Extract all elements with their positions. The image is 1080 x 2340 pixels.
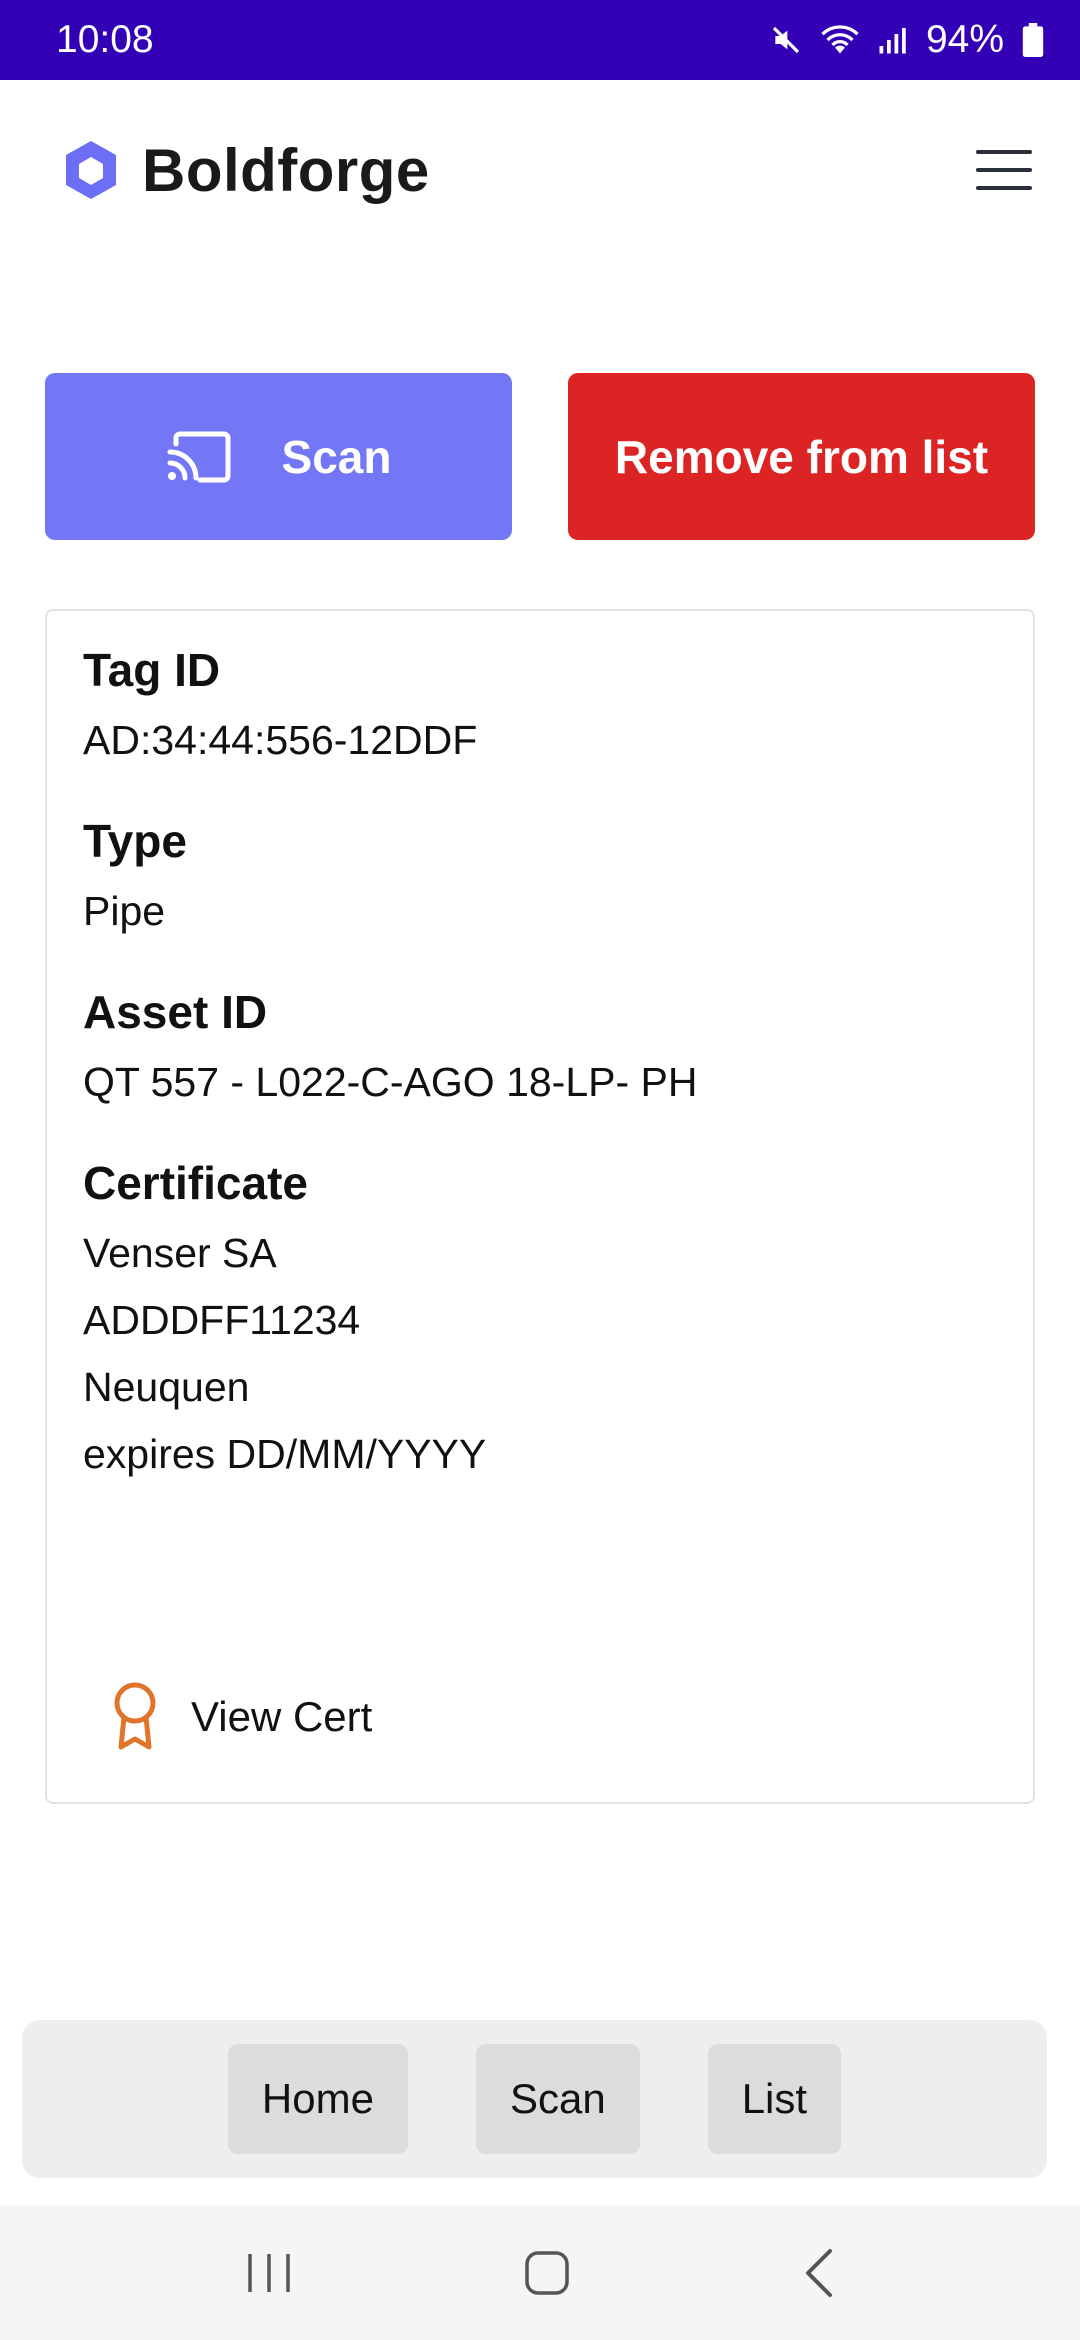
app-header: Boldforge	[0, 80, 1080, 260]
hamburger-menu-icon[interactable]	[976, 150, 1032, 190]
nav-list-button[interactable]: List	[707, 2044, 842, 2154]
certificate-line: ADDDFF11234	[83, 1297, 361, 1343]
type-value: Pipe	[83, 888, 166, 934]
wifi-icon	[821, 25, 859, 54]
nav-scan-button[interactable]: Scan	[475, 2044, 640, 2154]
recent-apps-icon[interactable]	[244, 2250, 294, 2296]
asset-id-field: Asset ID QT 557 - L022-C-AGO 18-LP- PH	[83, 983, 997, 1116]
scan-button-label: Scan	[281, 430, 392, 483]
signal-icon	[879, 28, 906, 54]
certificate-value: Venser SA ADDDFF11234 Neuquen expires DD…	[83, 1220, 997, 1488]
asset-id-value: QT 557 - L022-C-AGO 18-LP- PH	[83, 1059, 698, 1105]
tag-id-value: AD:34:44:556-12DDF	[83, 717, 478, 763]
status-icons: 94%	[770, 18, 1044, 62]
type-field: Type Pipe	[83, 812, 997, 945]
nav-home-button[interactable]: Home	[227, 2044, 408, 2154]
status-bar: 10:08 94%	[0, 0, 1080, 80]
certificate-field: Certificate Venser SA ADDDFF11234 Neuque…	[83, 1154, 997, 1488]
asset-id-label: Asset ID	[83, 986, 268, 1038]
bottom-nav: Home Scan List	[22, 2020, 1047, 2178]
home-icon[interactable]	[523, 2249, 571, 2297]
system-nav-bar	[0, 2205, 1080, 2340]
battery-icon	[1022, 23, 1044, 57]
status-time: 10:08	[56, 18, 154, 61]
cast-icon	[167, 431, 231, 482]
tag-id-label: Tag ID	[83, 644, 221, 696]
certificate-line: expires DD/MM/YYYY	[83, 1431, 487, 1477]
certificate-line: Neuquen	[83, 1364, 250, 1410]
brand-name: Boldforge	[142, 136, 430, 204]
tag-id-field: Tag ID AD:34:44:556-12DDF	[83, 641, 997, 774]
remove-from-list-button[interactable]: Remove from list	[568, 373, 1035, 540]
type-label: Type	[83, 815, 187, 867]
view-cert-button[interactable]: View Cert	[111, 1681, 372, 1753]
tag-details-card: Tag ID AD:34:44:556-12DDF Type Pipe Asse…	[45, 609, 1035, 1804]
battery-percent: 94%	[925, 18, 1004, 61]
mute-icon	[772, 26, 800, 54]
certificate-line: Venser SA	[83, 1230, 277, 1276]
award-ribbon-icon	[114, 1682, 156, 1750]
scan-button[interactable]: Scan	[45, 373, 512, 540]
view-cert-label: View Cert	[191, 1693, 373, 1740]
back-icon[interactable]	[800, 2247, 836, 2299]
certificate-label: Certificate	[83, 1157, 308, 1209]
remove-button-label: Remove from list	[614, 430, 989, 483]
hexagon-logo-icon	[66, 141, 116, 199]
brand[interactable]: Boldforge	[60, 136, 430, 205]
